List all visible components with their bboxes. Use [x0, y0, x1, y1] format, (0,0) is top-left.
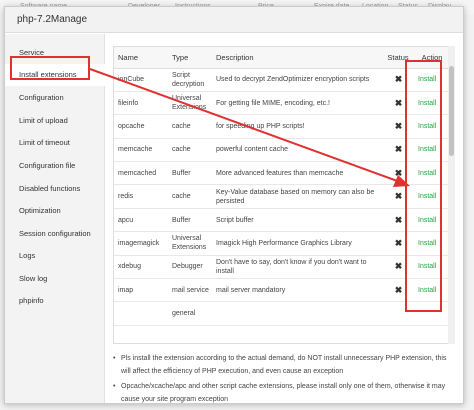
annotation-arrow [89, 68, 410, 187]
